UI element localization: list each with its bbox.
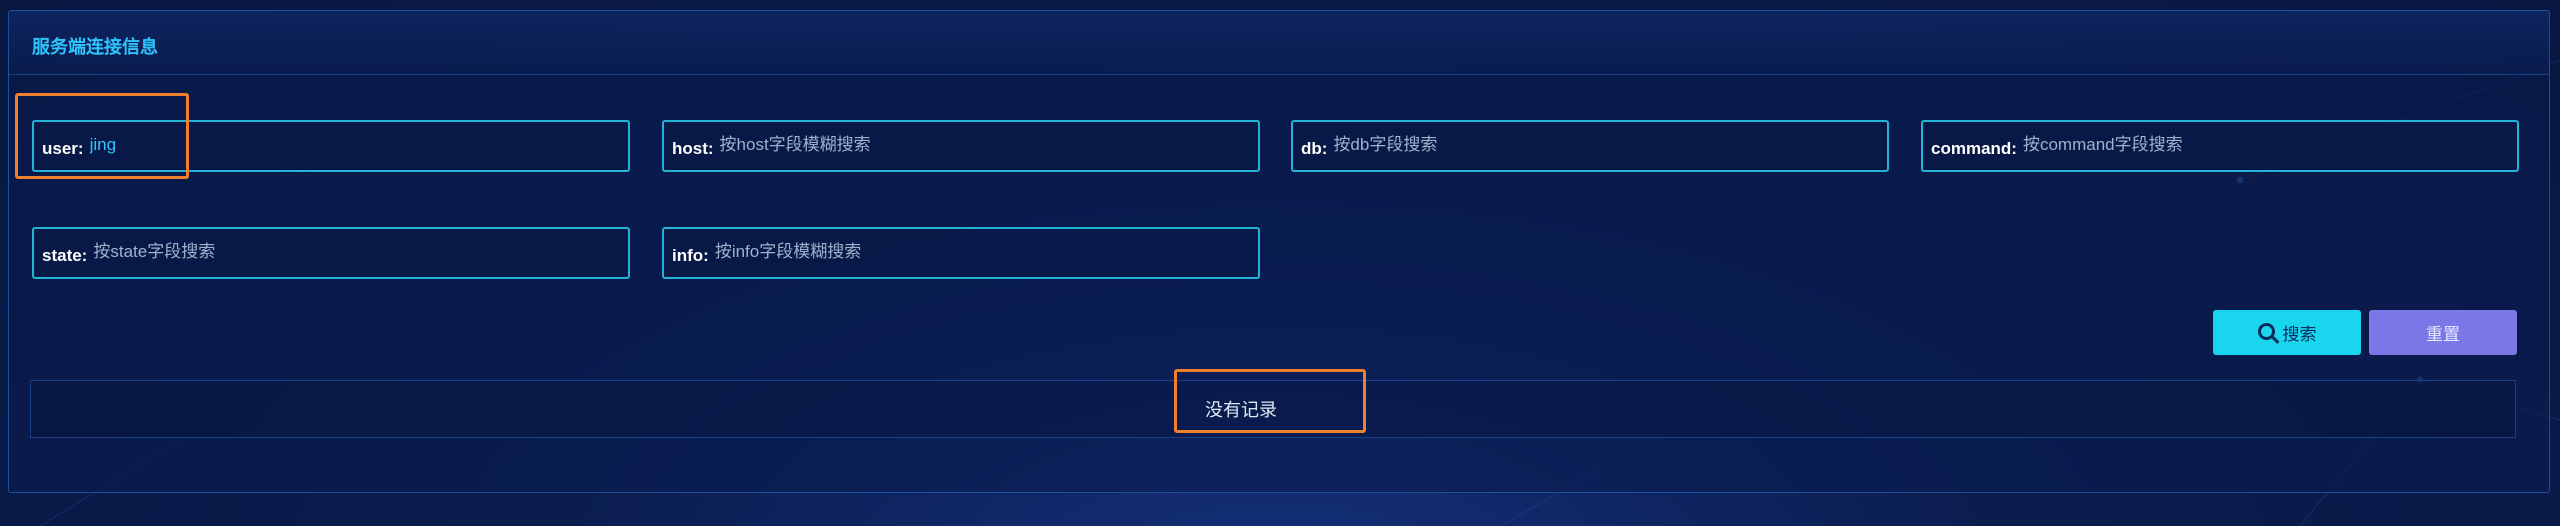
panel-title: 服务端连接信息	[32, 37, 158, 57]
panel-header: 服务端连接信息	[9, 11, 2549, 75]
state-input[interactable]	[87, 226, 628, 280]
state-label: state:	[42, 246, 88, 265]
search-icon	[2257, 322, 2275, 340]
command-filter: command:	[1921, 119, 2519, 173]
reset-button-label: 重置	[2426, 325, 2460, 344]
reset-button[interactable]: 重置	[2369, 310, 2517, 355]
info-label: info:	[672, 246, 709, 265]
search-button[interactable]: 搜索	[2213, 310, 2361, 355]
host-label: host:	[672, 139, 714, 158]
host-filter: host:	[662, 119, 1260, 173]
state-filter: state:	[32, 226, 630, 280]
db-filter: db:	[1291, 119, 1889, 173]
info-filter: info:	[662, 226, 1260, 280]
search-button-label: 搜索	[2282, 325, 2317, 344]
db-input[interactable]	[1327, 119, 1887, 173]
command-input[interactable]	[2016, 119, 2517, 173]
db-label: db:	[1301, 139, 1328, 158]
info-input[interactable]	[708, 226, 1258, 280]
host-input[interactable]	[713, 119, 1258, 173]
user-input[interactable]	[83, 119, 628, 173]
user-label: user:	[42, 139, 84, 158]
user-filter: user:	[32, 119, 630, 173]
command-label: command:	[1931, 139, 2017, 158]
empty-results-text: 没有记录	[1205, 400, 1277, 420]
